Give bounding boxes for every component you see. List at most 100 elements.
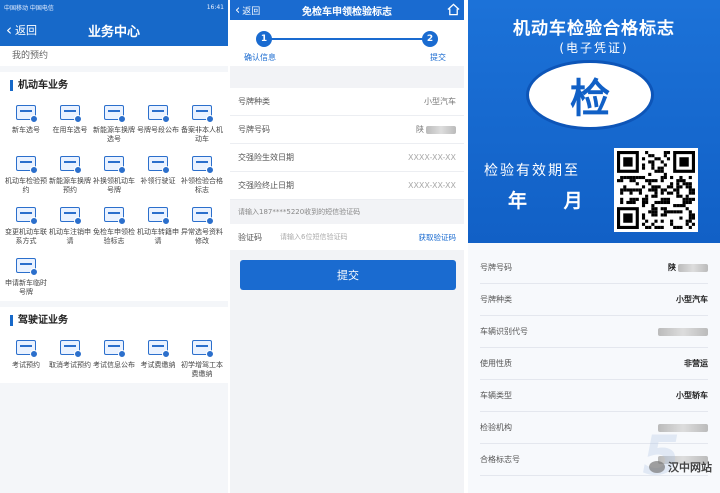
service-item[interactable]: 补换领机动车号牌 (92, 154, 136, 195)
detail-value (656, 327, 708, 336)
service-item[interactable]: 异常选号资料修改 (180, 205, 224, 246)
service-item-label: 新能源车换牌选号 (93, 126, 135, 143)
detail-value: 陕 (668, 262, 708, 273)
service-item[interactable]: 在用车选号 (48, 103, 92, 144)
detail-row: 车辆类型 小型轿车 (480, 380, 708, 412)
plate-type-row: 号牌种类 小型汽车 (230, 88, 464, 116)
year-month-text: 年 月 (508, 190, 583, 212)
detail-value: 小型汽车 (676, 294, 708, 305)
service-item-label: 机动车注销申请 (49, 228, 91, 245)
chevron-left-icon: ‹ (6, 20, 12, 39)
watermark-text: 汉中网站 (668, 461, 712, 474)
person-card-icon (190, 103, 214, 123)
service-item[interactable]: 号牌号段公布 (136, 103, 180, 144)
service-item-label: 考试信息公布 (93, 361, 135, 369)
field-value: XXXX-XX-XX (407, 153, 456, 162)
service-item-label: 机动车检验预约 (5, 177, 47, 194)
back-label: 返回 (15, 24, 37, 37)
service-item[interactable]: 免检车申领检验标志 (92, 205, 136, 246)
validity-label: 检验有效期至 (484, 163, 580, 179)
service-item[interactable]: 考试预约 (4, 338, 48, 379)
clock-text: 16:41 (206, 3, 224, 11)
detail-label: 使用性质 (480, 359, 512, 368)
service-item-label: 补换领机动车号牌 (93, 177, 135, 194)
service-item-label: 初学增驾工本费缴纳 (181, 361, 223, 378)
service-item[interactable]: 补领检验合格标志 (180, 154, 224, 195)
detail-row: 号牌种类 小型汽车 (480, 284, 708, 316)
certificate-title: 机动车检验合格标志 (513, 19, 675, 39)
temp-plate-icon (14, 256, 38, 276)
field-label: 号牌种类 (238, 97, 270, 106)
service-item[interactable]: 新车选号 (4, 103, 48, 144)
service-item[interactable]: 申请新车临时号牌 (4, 256, 48, 297)
transfer-icon (146, 205, 170, 225)
detail-label: 车辆识别代号 (480, 327, 528, 336)
inspection-icon (14, 154, 38, 174)
get-code-button[interactable]: 获取验证码 (419, 232, 457, 243)
qr-code-graphic (617, 151, 695, 229)
detail-label: 号牌种类 (480, 295, 512, 304)
service-grid: 考试预约 取消考试预约 考试信息公布 考试费缴纳 初学增驾工本费缴纳 (0, 338, 228, 379)
certificate-subtitle: (电子凭证) (559, 41, 629, 55)
service-item-label: 备案非本人机动车 (181, 126, 223, 143)
exam-icon (14, 338, 38, 358)
step-1-label: 确认信息 (244, 53, 276, 62)
step-2-label: 提交 (430, 53, 446, 62)
service-item[interactable]: 新能源车换牌选号 (92, 103, 136, 144)
service-grid: 新车选号 在用车选号 新能源车换牌选号 号牌号段公布 备案非本人机动车机动车检验预约 新能… (0, 103, 228, 297)
service-item[interactable]: 初学增驾工本费缴纳 (180, 338, 224, 379)
service-item-label: 机动车转籍申请 (137, 228, 179, 245)
step-line (264, 38, 430, 40)
status-bar: 中国移动 中国电信 16:41 (0, 0, 228, 14)
service-item[interactable]: 机动车注销申请 (48, 205, 92, 246)
vehicle-info-form: 号牌种类 小型汽车 号牌号码 陕 交强险生效日期 XXXX-XX-XX 交强险终… (230, 88, 464, 200)
car-icon (58, 103, 82, 123)
contact-icon (14, 205, 38, 225)
service-item[interactable]: 备案非本人机动车 (180, 103, 224, 144)
service-item[interactable]: 补领行驶证 (136, 154, 180, 195)
detail-value: 非营运 (684, 358, 708, 369)
fee-icon (190, 338, 214, 358)
service-item[interactable]: 考试费缴纳 (136, 338, 180, 379)
vehicle-business-section: 机动车业务 新车选号 在用车选号 新能源车换牌选号 号牌号段公布 备案非本人机动车 机动车… (0, 72, 228, 301)
watermark: 汉中网站 (649, 459, 712, 475)
service-item-label: 申请新车临时号牌 (5, 279, 47, 296)
detail-row: 号牌号码 陕 (480, 252, 708, 284)
pay-icon (146, 338, 170, 358)
back-button[interactable]: ‹ 返回 (230, 4, 260, 17)
sms-hint: 请输入187****5220收到的短信验证码 (238, 208, 361, 216)
service-item-label: 变更机动车联系方式 (5, 228, 47, 245)
field-label: 交强险生效日期 (238, 153, 294, 162)
certificate-header: 机动车检验合格标志 (电子凭证) 检 检验有效期至 年 月 (468, 0, 720, 243)
inspection-emblem: 检 (526, 60, 654, 130)
plate-prefix: 陕 (416, 125, 424, 134)
vcode-label: 验证码 (238, 232, 262, 242)
vcode-input[interactable]: 请输入6位短信验证码 (280, 232, 419, 242)
home-icon[interactable] (447, 3, 460, 16)
ev-car-icon (102, 103, 126, 123)
back-button[interactable]: ‹ 返回 (0, 22, 37, 38)
service-item[interactable]: 变更机动车联系方式 (4, 205, 48, 246)
service-item[interactable]: 机动车转籍申请 (136, 205, 180, 246)
redacted-mask (678, 263, 708, 272)
service-item[interactable]: 新能源车换牌预约 (48, 154, 92, 195)
license-business-section: 驾驶证业务 考试预约 取消考试预约 考试信息公布 考试费缴纳 初学增驾工本费缴纳 (0, 307, 228, 383)
submit-button[interactable]: 提交 (240, 260, 456, 290)
step-1-circle: 1 (256, 31, 272, 47)
car-doc-icon (14, 103, 38, 123)
detail-value-text: 非营运 (684, 359, 708, 368)
service-item[interactable]: 取消考试预约 (48, 338, 92, 379)
badge-icon (102, 205, 126, 225)
section-title: 驾驶证业务 (10, 315, 228, 326)
verification-code-row: 验证码 请输入6位短信验证码 获取验证码 (230, 224, 464, 250)
service-item[interactable]: 机动车检验预约 (4, 154, 48, 195)
service-item[interactable]: 考试信息公布 (92, 338, 136, 379)
top-nav-bar: ‹ 返回 免检车申领检验标志 (230, 0, 464, 20)
qr-code-icon (614, 148, 698, 232)
edit-icon (190, 205, 214, 225)
field-value: XXXX-XX-XX (407, 181, 456, 190)
detail-row: 车辆识别代号 (480, 316, 708, 348)
detail-label: 合格标志号 (480, 455, 520, 464)
detail-label: 检验机构 (480, 423, 512, 432)
insurance-start-row: 交强险生效日期 XXXX-XX-XX (230, 144, 464, 172)
